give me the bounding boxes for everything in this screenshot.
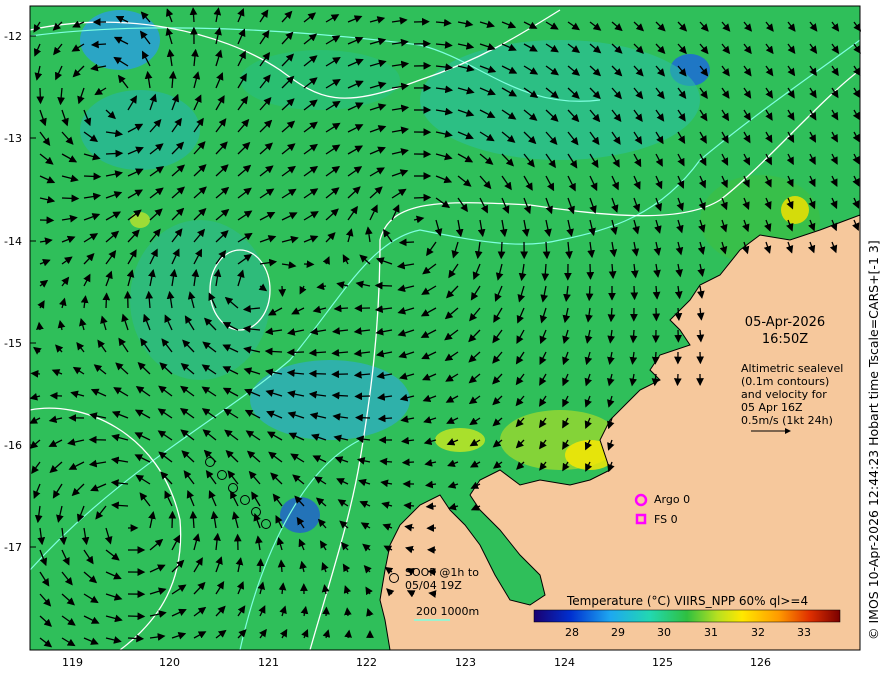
velocity-arrow — [277, 559, 286, 573]
velocity-arrow — [83, 172, 102, 181]
lon-tick: 120 — [159, 656, 180, 669]
lon-tick: 119 — [62, 656, 83, 669]
velocity-arrow — [629, 329, 638, 344]
colorbar-tick: 31 — [704, 626, 718, 639]
lat-tick: -13 — [4, 132, 22, 145]
velocity-arrow — [49, 391, 63, 400]
soop-line: SOOP @1h to — [405, 566, 479, 579]
velocity-arrow — [90, 40, 107, 49]
colorbar-tick: 30 — [657, 626, 671, 639]
velocity-arrow — [344, 607, 352, 617]
lon-tick: 121 — [258, 656, 279, 669]
velocity-arrow — [127, 634, 145, 643]
velocity-arrow — [354, 392, 371, 401]
velocity-arrow — [651, 351, 660, 365]
colorbar-tick: 33 — [797, 626, 811, 639]
velocity-arrow — [333, 304, 349, 313]
timestamp-date: 05-Apr-2026 — [744, 315, 826, 330]
velocity-arrow — [256, 558, 265, 573]
velocity-arrow — [674, 307, 683, 321]
velocity-arrow — [428, 590, 437, 598]
timestamp-box: 05-Apr-2026 16:50Z — [740, 314, 830, 348]
velocity-arrow — [105, 149, 124, 158]
argo-label: Argo 0 — [654, 493, 691, 506]
velocity-arrow — [403, 501, 415, 510]
velocity-arrow — [286, 348, 305, 357]
lat-tick: -15 — [4, 337, 22, 350]
velocity-arrow — [673, 373, 682, 387]
altimetry-line: and velocity for — [741, 388, 827, 401]
velocity-arrow — [189, 7, 198, 23]
soop-line: 05/04 19Z — [405, 579, 462, 592]
altimetry-note: Altimetric sealevel (0.1m contours) and … — [741, 362, 843, 427]
velocity-arrow — [30, 369, 41, 378]
isobath-label: 200 1000m — [416, 605, 480, 618]
velocity-arrow — [355, 413, 371, 422]
lon-tick: 123 — [455, 656, 476, 669]
velocity-arrow — [377, 414, 393, 423]
velocity-arrow — [379, 457, 393, 466]
velocity-arrow — [401, 458, 415, 467]
velocity-arrow — [278, 285, 287, 297]
altimetry-line: 0.5m/s (1kt 24h) — [741, 414, 833, 427]
velocity-arrow — [497, 241, 506, 260]
colorbar-title: Temperature (°C) VIIRS_NPP 60% ql>=4 — [567, 594, 809, 608]
velocity-arrow — [413, 193, 432, 202]
velocity-arrow — [264, 347, 283, 356]
velocity-arrow — [586, 263, 595, 280]
velocity-arrow — [127, 612, 146, 621]
velocity-arrow — [696, 329, 705, 343]
velocity-arrow — [630, 285, 639, 301]
velocity-arrow — [102, 292, 111, 309]
lon-tick: 125 — [652, 656, 673, 669]
colorbar — [533, 609, 841, 623]
soop-label: SOOP @1h to 05/04 19Z — [405, 566, 479, 592]
colorbar-tick: 28 — [565, 626, 579, 639]
velocity-arrow — [331, 391, 349, 400]
lon-axis: 119 120 121 122 123 124 125 126 — [62, 656, 771, 669]
lon-tick: 124 — [554, 656, 575, 669]
lat-tick: -16 — [4, 439, 22, 452]
velocity-arrow — [36, 321, 44, 331]
lat-tick: -14 — [4, 235, 22, 248]
velocity-arrow — [398, 238, 415, 247]
altimetry-line: 05 Apr 16Z — [741, 401, 803, 414]
velocity-arrow — [168, 510, 177, 529]
velocity-arrow — [308, 369, 327, 378]
altimetry-line: (0.1m contours) — [741, 375, 830, 388]
credit-text: © IMOS 10-Apr-2026 12:44:23 Hobart time … — [866, 240, 880, 640]
fs-label: FS 0 — [654, 513, 678, 526]
velocity-arrow — [374, 281, 393, 290]
timestamp-time: 16:50Z — [761, 332, 809, 347]
lon-tick: 126 — [750, 656, 771, 669]
altimetry-line: Altimetric sealevel — [741, 362, 844, 375]
colorbar-tick: 32 — [751, 626, 765, 639]
velocity-arrow — [36, 87, 45, 105]
velocity-arrow — [585, 285, 594, 302]
velocity-arrow — [61, 194, 80, 203]
lat-tick: -12 — [4, 30, 22, 43]
velocity-arrow — [425, 502, 437, 511]
lon-tick: 122 — [356, 656, 377, 669]
colorbar-tick: 29 — [611, 626, 625, 639]
lat-tick: -17 — [4, 541, 22, 554]
